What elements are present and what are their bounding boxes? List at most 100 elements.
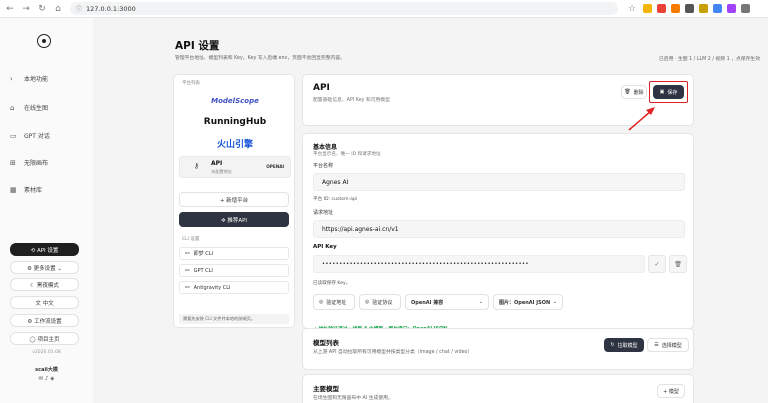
language-button[interactable]: 文 中文 [10, 296, 79, 309]
link-icon: ⚯ [185, 284, 190, 291]
add-model-button[interactable]: + 模型 [657, 384, 685, 398]
fetch-models-button[interactable]: ↻ 拉取模型 [604, 338, 644, 352]
cli-item-label: Antigravity CLI [193, 284, 231, 291]
extension-icon[interactable] [727, 4, 736, 13]
key-icon: ⚷ [194, 162, 200, 170]
api-key-label: API Key [313, 244, 337, 250]
sidebar-item-gpt-chat[interactable]: ▭ GPT 对话 [10, 131, 50, 141]
project-homepage-button[interactable]: ◯ 项目主页 [10, 332, 79, 345]
page-title: API 设置 [175, 40, 220, 52]
save-button[interactable]: ▣ 保存 [653, 85, 684, 99]
image-select-value: 图片：OpenAI JSON [499, 299, 551, 306]
brand-runninghub[interactable]: RunningHub [174, 117, 296, 127]
shield-icon: ◎ [365, 299, 370, 305]
platform-header-card: API 配置基础信息、API Key 和可用模型 🗑 删除 ▣ 保存 [302, 74, 694, 126]
platform-title: API [313, 83, 330, 93]
extension-icon[interactable] [741, 4, 750, 13]
section-title: 基本信息 [313, 144, 338, 151]
extension-icon[interactable] [671, 4, 680, 13]
main-models-subtitle: 在场生图和无限画布中 AI 生成使用。 [313, 396, 393, 401]
brand-volcengine[interactable]: 火山引擎 [174, 137, 296, 150]
image-interface-select[interactable]: 图片：OpenAI JSON ⌄ [493, 294, 563, 310]
address-bar[interactable]: ⓘ 127.0.0.1:3000 [70, 2, 618, 15]
add-platform-button[interactable]: + 新增平台 [179, 192, 289, 207]
delete-button[interactable]: 🗑 删除 [621, 85, 647, 99]
api-key-field[interactable]: ••••••••••••••••••••••••••••••••••••••••… [313, 255, 645, 273]
workflow-settings-button[interactable]: ⚙ 工作流设置 [10, 314, 79, 327]
extension-icon[interactable] [685, 4, 694, 13]
trash-icon: 🗑 [624, 89, 631, 95]
recommend-api-button[interactable]: ✲ 推荐API [179, 212, 289, 227]
globe-icon: ⌂ [10, 103, 15, 112]
fetch-models-label: 拉取模型 [617, 342, 638, 349]
chevron-right-icon: › [10, 74, 13, 83]
save-icon: ▣ [659, 89, 665, 95]
protocol-badge: OPENAI [266, 164, 284, 169]
status-summary: 已启用 · 生图 1 / LLM 2 / 视频 1 ，点保存生效 [658, 57, 760, 62]
check-icon[interactable]: ✓ [648, 255, 666, 273]
forward-button[interactable]: → [20, 3, 32, 15]
sidebar: › 本地功能 ⌂ 在线生图 ▭ GPT 对话 ⊞ 无限画布 ▦ 素材库 ⟲ AP… [0, 18, 93, 403]
dark-mode-button[interactable]: ☾ 黑夜模式 [10, 278, 79, 291]
platform-id-hint: 平台 ID: custom-api [313, 197, 358, 202]
brand-label: scaii大模 [35, 367, 58, 373]
request-url-field[interactable]: https://api.agnes-ai.cn/v1 [313, 220, 685, 238]
basic-info-card: 基本信息 平台显示名、唯一 ID 和请求地址 平台名称 Agnes AI 平台 … [302, 133, 694, 332]
platform-status: 未配置地址 [211, 169, 232, 174]
protocol-select[interactable]: OpenAI 兼容 ⌄ [405, 294, 489, 310]
cli-settings-label: CLI 设置 [182, 237, 200, 242]
sidebar-item-online-image[interactable]: ⌂ 在线生图 [10, 103, 49, 113]
cli-note: 需要先安装 CLI 文件并本地的前端页。 [179, 314, 289, 324]
verify-url-button[interactable]: ◎ 验证地址 [313, 294, 355, 310]
home-button[interactable]: ⌂ [52, 3, 64, 15]
section-subtitle: 平台显示名、唯一 ID 和请求地址 [313, 152, 381, 157]
sidebar-item-label: 在线生图 [24, 105, 49, 112]
brand-modelscope[interactable]: ModelScope [174, 97, 296, 105]
model-list-title: 模型列表 [313, 339, 339, 347]
back-button[interactable]: ← [4, 3, 16, 15]
protocol-select-value: OpenAI 兼容 [411, 299, 444, 306]
delete-label: 删除 [633, 89, 644, 96]
site-info-icon[interactable]: ⓘ [76, 4, 82, 13]
extension-icon[interactable] [657, 4, 666, 13]
extension-icon[interactable] [643, 4, 652, 13]
refresh-icon: ↻ [610, 342, 615, 348]
main-content: API 设置 管理平台地址、模型列表和 Key。Key 写入后端 env，页面不… [93, 18, 768, 403]
shield-icon: ◎ [319, 299, 324, 305]
social-icons[interactable]: ✉ ♪ ◈ [0, 376, 93, 382]
platform-list-panel: 平台列表 ModelScope RunningHub 火山引擎 ⚷ API 未配… [173, 74, 295, 328]
trash-icon[interactable]: 🗑 [669, 255, 687, 273]
api-settings-button[interactable]: ⟲ API 设置 [10, 243, 79, 256]
main-models-card: 主要模型 在场生图和无限画布中 AI 生成使用。 + 模型 [302, 374, 694, 403]
app-logo-icon[interactable] [37, 34, 51, 48]
name-label: 平台名称 [313, 163, 334, 169]
main-models-title: 主要模型 [313, 385, 339, 393]
chat-icon: ▭ [10, 131, 17, 140]
version-label: v2026.01.08 [32, 350, 61, 355]
cli-item-jimeng[interactable]: ⚯ 即梦 CLI [179, 247, 289, 260]
more-settings-button[interactable]: ⚙ 更多设置 ⌄ [10, 261, 79, 274]
sidebar-item-assets[interactable]: ▦ 素材库 [10, 185, 42, 195]
chevron-down-icon: ⌄ [478, 299, 483, 305]
url-label: 请求地址 [313, 210, 334, 216]
select-models-button[interactable]: ☰ 选择模型 [647, 338, 689, 352]
grid-icon: ⊞ [10, 158, 16, 167]
reload-button[interactable]: ↻ [36, 3, 48, 15]
platform-name-field[interactable]: Agnes AI [313, 173, 685, 191]
extension-icon[interactable] [713, 4, 722, 13]
sidebar-item-label: GPT 对话 [24, 133, 50, 140]
cli-item-gpt[interactable]: ⚯ GPT CLI [179, 264, 289, 277]
bookmark-star-icon[interactable]: ☆ [626, 3, 638, 15]
sidebar-item-local[interactable]: › 本地功能 [10, 74, 48, 84]
list-icon: ☰ [654, 342, 659, 348]
verify-url-label: 验证地址 [326, 299, 347, 306]
model-list-subtitle: 从上游 API 自动拉取所有可用模型并按类型分类（image / chat / … [313, 350, 473, 355]
platform-card-api[interactable]: ⚷ API 未配置地址 OPENAI [179, 156, 291, 178]
cli-item-antigravity[interactable]: ⚯ Antigravity CLI [179, 281, 289, 294]
platform-subtitle: 配置基础信息、API Key 和可用模型 [313, 98, 390, 103]
extension-icon[interactable] [699, 4, 708, 13]
verify-protocol-button[interactable]: ◎ 验证协议 [359, 294, 401, 310]
folder-icon: ▦ [10, 185, 17, 194]
sidebar-item-canvas[interactable]: ⊞ 无限画布 [10, 158, 48, 168]
model-list-card: 模型列表 从上游 API 自动拉取所有可用模型并按类型分类（image / ch… [302, 328, 694, 370]
